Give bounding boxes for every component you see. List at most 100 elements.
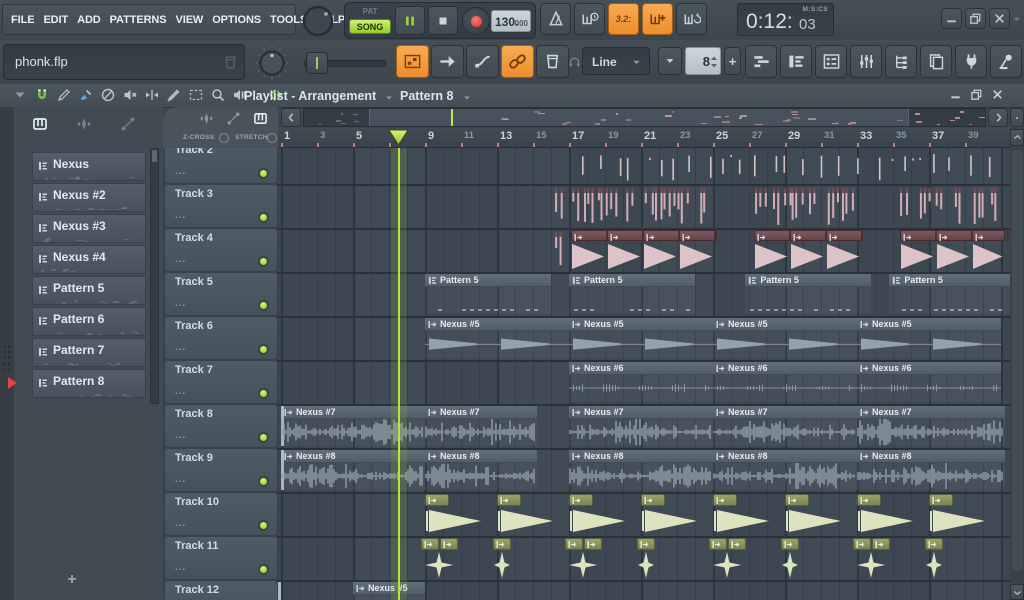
menu-item-options[interactable]: OPTIONS bbox=[212, 14, 261, 26]
clip-star-shot[interactable] bbox=[925, 538, 969, 578]
track-mute-led[interactable] bbox=[258, 564, 269, 575]
track-header-track-10[interactable]: Track 10 ... bbox=[165, 493, 277, 535]
clip-pattern-5[interactable]: Pattern 5 bbox=[745, 274, 871, 314]
clip-notes-dense[interactable] bbox=[553, 230, 566, 270]
pattern-item-pattern-6[interactable]: Pattern 6 bbox=[32, 307, 146, 336]
delete-tool-button[interactable] bbox=[100, 87, 116, 103]
slide-notes-button[interactable] bbox=[466, 45, 499, 78]
countdown-button[interactable]: 3.2: bbox=[608, 3, 639, 35]
clip-nexus-5[interactable]: Nexus #5 bbox=[713, 318, 857, 358]
track-mute-led[interactable] bbox=[258, 476, 269, 487]
picker-tab-icon[interactable] bbox=[253, 111, 268, 126]
track-header-track-12[interactable]: Track 12 ... bbox=[165, 581, 277, 600]
pattern-number-field[interactable]: 8 bbox=[685, 47, 721, 75]
menu-item-file[interactable]: FILE bbox=[11, 14, 34, 26]
stretch-toggle[interactable] bbox=[267, 133, 277, 143]
pattern-caret-icon[interactable] bbox=[462, 93, 472, 103]
track-mute-led[interactable] bbox=[258, 256, 269, 267]
clip-one-shot[interactable] bbox=[929, 494, 989, 534]
step-edit-button[interactable] bbox=[396, 45, 429, 78]
mute-tool-button[interactable] bbox=[122, 87, 138, 103]
clip-nexus-6[interactable]: Nexus #6 bbox=[857, 362, 1001, 402]
playlist-close-button[interactable] bbox=[990, 87, 1005, 102]
piano-roll-toggle[interactable] bbox=[780, 45, 812, 78]
track-mute-led[interactable] bbox=[258, 168, 269, 179]
track-header-track-6[interactable]: Track 6 ... bbox=[165, 317, 277, 359]
pattern-item-pattern-5[interactable]: Pattern 5 bbox=[32, 276, 146, 305]
clip-nexus-8[interactable]: Nexus #8 bbox=[713, 450, 857, 490]
clip-decay-train[interactable] bbox=[571, 230, 717, 270]
slice-tool-button[interactable] bbox=[166, 87, 182, 103]
track-options[interactable]: ... bbox=[175, 166, 186, 177]
clip-nexus-7[interactable]: Nexus #7 bbox=[569, 406, 713, 446]
playlist-menu-button[interactable] bbox=[12, 87, 28, 103]
track-options[interactable]: ... bbox=[175, 342, 186, 353]
clip-one-shot[interactable] bbox=[425, 494, 485, 534]
scroll-up-button[interactable] bbox=[1010, 129, 1024, 146]
play-button[interactable] bbox=[395, 6, 425, 35]
playlist-minimize-button[interactable] bbox=[948, 87, 963, 102]
browser-toggle[interactable] bbox=[885, 45, 917, 78]
clip-nexus-5[interactable]: Nexus #5 bbox=[353, 582, 425, 600]
clip-nexus-5[interactable]: Nexus #5 bbox=[857, 318, 1001, 358]
audio-picker-tab[interactable] bbox=[74, 115, 94, 133]
pattern-item-nexus-3[interactable]: Nexus #3 bbox=[32, 214, 146, 243]
clip-one-shot[interactable] bbox=[497, 494, 557, 534]
timeline-ruler[interactable]: 13579111315171921232527293133353739 bbox=[278, 128, 1010, 148]
menu-item-patterns[interactable]: PATTERNS bbox=[110, 14, 167, 26]
arrangement-overview[interactable] bbox=[303, 108, 986, 127]
clip-nexus-7[interactable]: Nexus #7 bbox=[857, 406, 1005, 446]
panel-drag-handle[interactable] bbox=[0, 107, 14, 600]
clip-one-shot[interactable] bbox=[641, 494, 701, 534]
track-header-track-4[interactable]: Track 4 ... bbox=[165, 229, 277, 271]
overview-options-button[interactable] bbox=[1010, 108, 1024, 127]
track-header-track-5[interactable]: Track 5 ... bbox=[165, 273, 277, 315]
audio-tab-icon[interactable] bbox=[199, 111, 214, 126]
touch-controller-toggle[interactable] bbox=[990, 45, 1022, 78]
group-notes-button[interactable] bbox=[501, 45, 534, 78]
clip-nexus-8[interactable]: Nexus #8 bbox=[569, 450, 713, 490]
clip-nexus-8[interactable]: Nexus #8 bbox=[425, 450, 537, 490]
clip-star-shot[interactable] bbox=[781, 538, 825, 578]
clip-one-shot[interactable] bbox=[713, 494, 773, 534]
track-options[interactable]: ... bbox=[175, 474, 186, 485]
clip-pattern-5[interactable]: Pattern 5 bbox=[889, 274, 1010, 314]
scroll-right-button[interactable] bbox=[988, 108, 1008, 127]
stop-button[interactable] bbox=[428, 6, 458, 35]
clip-nexus-5[interactable]: Nexus #5 bbox=[569, 318, 713, 358]
app-minimize-button[interactable] bbox=[941, 8, 962, 29]
master-pitch-slider[interactable] bbox=[298, 44, 390, 80]
track-options[interactable]: ... bbox=[175, 430, 186, 441]
clip-one-shot[interactable] bbox=[569, 494, 629, 534]
automation-tab-icon[interactable] bbox=[226, 111, 241, 126]
pattern-item-pattern-7[interactable]: Pattern 7 bbox=[32, 338, 146, 367]
playhead-line[interactable] bbox=[398, 148, 401, 600]
channel-rack-toggle[interactable] bbox=[815, 45, 847, 78]
zoom-tool-button[interactable] bbox=[210, 87, 226, 103]
metronome-button[interactable] bbox=[540, 3, 571, 35]
snap-magnet-button[interactable] bbox=[34, 87, 50, 103]
pattern-item-nexus-4[interactable]: Nexus #4 bbox=[32, 245, 146, 274]
playhead-marker[interactable] bbox=[388, 129, 409, 146]
clip-star-shot[interactable] bbox=[709, 538, 753, 578]
main-pitch-knob[interactable] bbox=[252, 44, 292, 82]
clip-one-shot[interactable] bbox=[857, 494, 917, 534]
track-mute-led[interactable] bbox=[258, 388, 269, 399]
track-header-track-8[interactable]: Track 8 ... bbox=[165, 405, 277, 447]
clip-decay-train[interactable] bbox=[900, 230, 1004, 270]
vertical-scrollbar[interactable] bbox=[1010, 128, 1024, 600]
track-mute-led[interactable] bbox=[258, 212, 269, 223]
plugin-picker-toggle[interactable] bbox=[920, 45, 952, 78]
playlist-toggle[interactable] bbox=[745, 45, 777, 78]
slider-thumb[interactable] bbox=[306, 52, 328, 74]
track-options[interactable]: ... bbox=[175, 254, 186, 265]
track-options[interactable]: ... bbox=[175, 210, 186, 221]
clip-pattern-5[interactable]: Pattern 5 bbox=[569, 274, 695, 314]
blend-recording-button[interactable] bbox=[642, 3, 673, 35]
spinner-icon[interactable] bbox=[710, 54, 718, 70]
playlist-restore-button[interactable] bbox=[969, 87, 984, 102]
wait-for-input-button[interactable] bbox=[574, 3, 605, 35]
pattern-list-scrollbar[interactable] bbox=[150, 148, 159, 404]
mixer-toggle[interactable] bbox=[850, 45, 882, 78]
clip-star-shot[interactable] bbox=[565, 538, 609, 578]
